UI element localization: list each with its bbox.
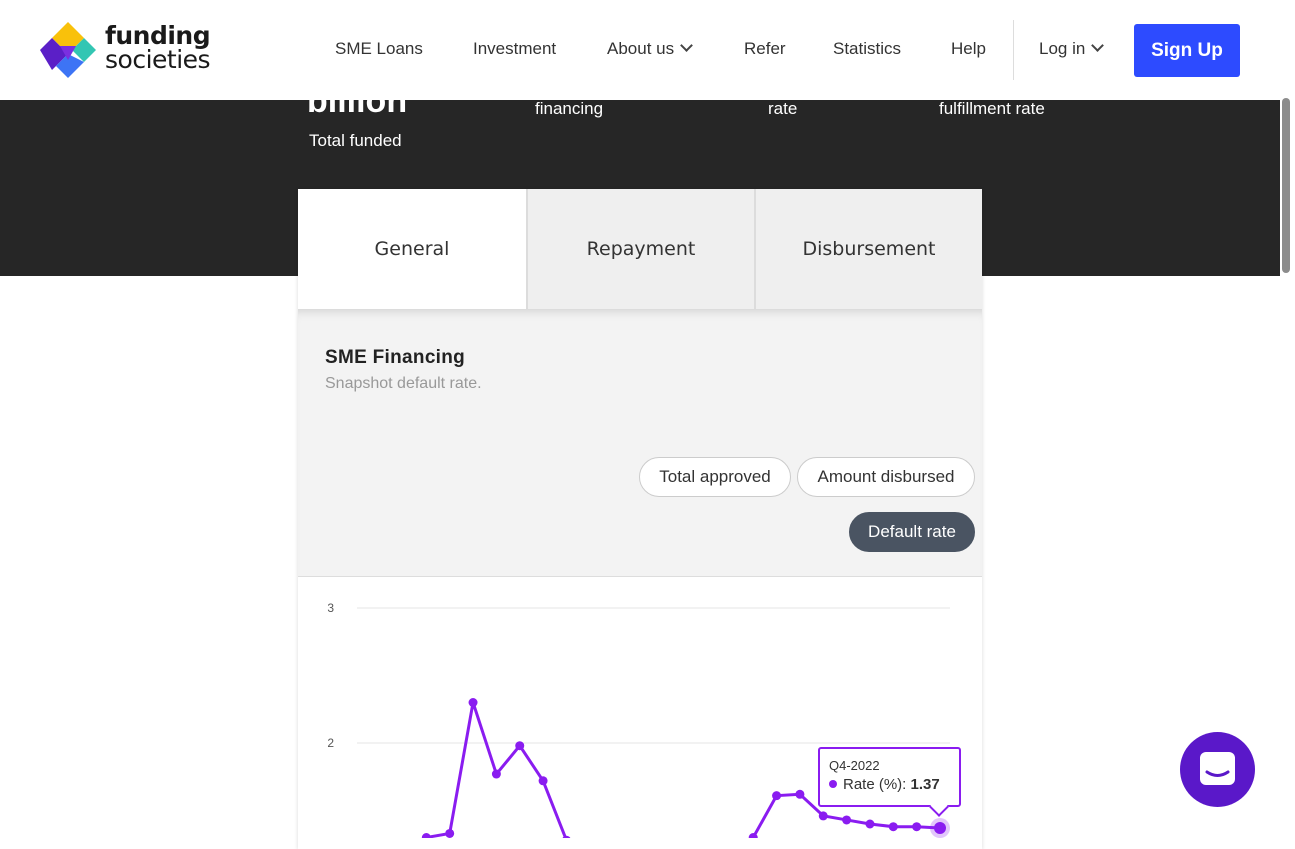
tab-repayment[interactable]: Repayment xyxy=(526,189,754,309)
login-menu[interactable]: Log in xyxy=(1039,39,1105,59)
nav-statistics[interactable]: Statistics xyxy=(833,39,901,59)
logo-mark-icon xyxy=(40,22,96,78)
chat-launcher-button[interactable] xyxy=(1180,732,1255,807)
stat-financing-label: financing xyxy=(535,100,604,118)
toggle-default-rate[interactable]: Default rate xyxy=(849,512,975,552)
data-point[interactable] xyxy=(491,769,501,779)
data-point[interactable] xyxy=(888,822,898,832)
logo-wordmark: funding societies xyxy=(105,23,211,74)
nav-divider xyxy=(1013,20,1014,80)
y-tick-label: 3 xyxy=(327,601,334,615)
chevron-down-icon xyxy=(1091,39,1105,52)
data-point[interactable] xyxy=(421,833,431,838)
data-point[interactable] xyxy=(818,811,828,821)
data-point[interactable] xyxy=(772,791,782,801)
tooltip-value: 1.37 xyxy=(910,776,940,793)
panel-subtitle: Snapshot default rate. xyxy=(325,375,482,392)
tab-disbursement[interactable]: Disbursement xyxy=(754,189,982,309)
page-scrollbar[interactable] xyxy=(1282,98,1290,273)
logo[interactable]: funding societies xyxy=(38,20,218,80)
site-header: funding societies SME Loans Investment A… xyxy=(0,0,1280,100)
login-label: Log in xyxy=(1039,39,1086,58)
data-point[interactable] xyxy=(912,822,922,832)
chart-header-panel: SME Financing Snapshot default rate. Tot… xyxy=(298,309,982,577)
chart-tooltip: Q4-2022 Rate (%): 1.37 xyxy=(818,747,961,817)
toggle-total-approved[interactable]: Total approved xyxy=(639,457,791,497)
stat-fulfillment-label: fulfillment rate xyxy=(939,100,1045,118)
nav-refer[interactable]: Refer xyxy=(744,39,786,59)
statistics-tabs: General Repayment Disbursement xyxy=(298,189,982,309)
stat-total-funded-label: Total funded xyxy=(309,131,402,150)
nav-investment[interactable]: Investment xyxy=(473,39,556,59)
data-point[interactable] xyxy=(468,698,478,707)
nav-about-us-label: About us xyxy=(607,39,675,58)
tooltip-row: Rate (%): 1.37 xyxy=(829,776,940,793)
y-tick-label: 2 xyxy=(327,736,334,750)
stat-rate-label: rate xyxy=(768,100,798,118)
panel-title: SME Financing xyxy=(325,347,466,368)
logo-line-2: societies xyxy=(105,45,211,74)
data-point[interactable] xyxy=(865,819,875,829)
nav-help[interactable]: Help xyxy=(951,39,986,59)
tab-general[interactable]: General xyxy=(298,189,526,309)
toggle-amount-disbursed[interactable]: Amount disbursed xyxy=(797,457,975,497)
data-point[interactable] xyxy=(842,815,852,825)
data-point[interactable] xyxy=(795,789,805,799)
nav-sme-loans[interactable]: SME Loans xyxy=(335,39,423,59)
tooltip-series-label: Rate (%): xyxy=(843,776,907,793)
chat-bubble-icon xyxy=(1200,752,1235,785)
chevron-down-icon xyxy=(680,39,693,52)
data-point[interactable] xyxy=(515,741,525,751)
data-point[interactable] xyxy=(934,822,946,835)
data-point[interactable] xyxy=(538,776,548,786)
series-dot-icon xyxy=(829,780,837,788)
nav-about-us[interactable]: About us xyxy=(607,39,693,59)
data-point[interactable] xyxy=(445,828,455,838)
signup-button[interactable]: Sign Up xyxy=(1134,24,1240,77)
tooltip-period: Q4-2022 xyxy=(829,758,880,773)
stat-big-value: billion xyxy=(307,100,408,120)
